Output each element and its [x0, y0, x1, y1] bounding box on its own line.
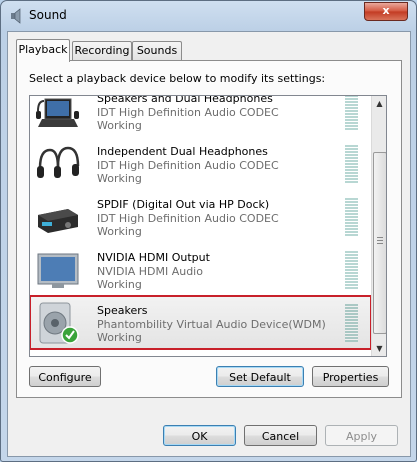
- volume-meter: [345, 145, 358, 183]
- volume-meter: [345, 304, 358, 342]
- device-status: Working: [97, 172, 142, 185]
- dialog-body: Playback Recording Sounds Select a playb…: [7, 31, 411, 457]
- device-name: Independent Dual Headphones: [97, 145, 268, 158]
- scroll-up-arrow-icon[interactable]: ▲: [372, 96, 386, 111]
- cancel-button[interactable]: Cancel: [244, 425, 317, 446]
- apply-button[interactable]: Apply: [325, 425, 398, 446]
- device-list[interactable]: Speakers and Dual Headphones IDT High De…: [29, 95, 387, 357]
- scroll-thumb[interactable]: [373, 152, 386, 334]
- tab-playback[interactable]: Playback: [16, 39, 70, 62]
- device-description: IDT High Definition Audio CODEC: [97, 106, 279, 119]
- device-description: IDT High Definition Audio CODEC: [97, 159, 279, 172]
- configure-button[interactable]: Configure: [29, 366, 101, 387]
- device-name: Speakers: [97, 304, 148, 317]
- list-item[interactable]: SPDIF (Digital Out via HP Dock) IDT High…: [30, 190, 371, 243]
- list-item[interactable]: NVIDIA HDMI Output NVIDIA HDMI Audio Wor…: [30, 243, 371, 296]
- close-button[interactable]: x: [364, 2, 408, 21]
- volume-meter: [345, 96, 358, 130]
- device-status: Working: [97, 331, 142, 344]
- vertical-scrollbar[interactable]: ▲ ▼: [371, 96, 386, 356]
- scroll-down-arrow-icon[interactable]: ▼: [372, 341, 386, 356]
- ok-button[interactable]: OK: [163, 425, 236, 446]
- device-name: SPDIF (Digital Out via HP Dock): [97, 198, 270, 211]
- device-status: Working: [97, 119, 142, 132]
- scroll-grip-icon: [377, 237, 383, 245]
- device-description: IDT High Definition Audio CODEC: [97, 212, 279, 225]
- sound-dialog: Sound x Playback Recording Sounds Select…: [0, 0, 417, 462]
- spdif-receiver-icon: [38, 209, 78, 233]
- speaker-icon: [11, 8, 21, 24]
- laptop-headphones-icon: [36, 98, 79, 127]
- device-status: Working: [97, 225, 142, 238]
- device-description: NVIDIA HDMI Audio: [97, 265, 203, 278]
- hdmi-monitor-icon: [37, 253, 79, 288]
- list-item[interactable]: Speakers and Dual Headphones IDT High De…: [30, 95, 371, 137]
- properties-button[interactable]: Properties: [312, 366, 389, 387]
- title-bar[interactable]: Sound x: [1, 1, 416, 31]
- list-item[interactable]: Speakers Phantombility Virtual Audio Dev…: [30, 295, 372, 350]
- device-description: Phantombility Virtual Audio Device(WDM): [97, 318, 326, 331]
- device-name: NVIDIA HDMI Output: [97, 251, 210, 264]
- headphones-icon: [37, 146, 80, 178]
- tab-recording[interactable]: Recording: [72, 41, 132, 61]
- volume-meter: [345, 198, 358, 236]
- list-item[interactable]: Independent Dual Headphones IDT High Def…: [30, 137, 371, 190]
- volume-meter: [345, 251, 358, 289]
- device-status: Working: [97, 278, 142, 291]
- playback-panel: Select a playback device below to modify…: [16, 60, 402, 398]
- speaker-default-icon: [39, 302, 79, 344]
- tab-sounds[interactable]: Sounds: [132, 41, 182, 61]
- instruction-text: Select a playback device below to modify…: [29, 72, 326, 85]
- device-name: Speakers and Dual Headphones: [97, 95, 273, 105]
- set-default-button[interactable]: Set Default: [216, 366, 304, 387]
- window-title: Sound: [29, 8, 67, 22]
